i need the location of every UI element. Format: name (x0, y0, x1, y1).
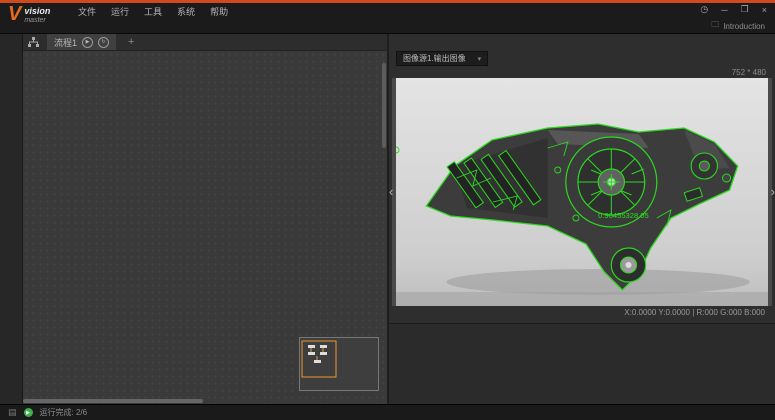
image-source-value: 图像源1.输出图像 (403, 53, 466, 64)
flow-tab-bar: 流程1 ▶ ↻ + (23, 34, 387, 51)
flow-run-icon[interactable]: ▶ (82, 37, 93, 48)
logo-v-icon: V (8, 4, 21, 24)
main-area: 流程1 ▶ ↻ + (0, 34, 775, 405)
image-panel: 图像源1.输出图像 ▾ 752 * 480 ‹ (387, 34, 775, 405)
logo-line1: vision (24, 7, 50, 16)
next-image-button[interactable]: › (771, 187, 775, 197)
layout-toggle-icon[interactable]: ▤ (8, 407, 17, 418)
flow-tab-label: 流程1 (54, 36, 77, 49)
chevron-down-icon: ▾ (478, 55, 482, 63)
viewer-toolbar: 图像源1.输出图像 ▾ (389, 49, 775, 67)
titlebar: 文件运行工具系统帮助 ◷─❐× (0, 3, 775, 16)
app-logo: V vision master (8, 4, 50, 25)
logo-line2: master (24, 16, 50, 25)
pixel-info-bar: X:0.0000 Y:0.0000 | R:000 G:000 B:000 (389, 306, 775, 319)
canvas-vscrollbar[interactable] (382, 63, 386, 148)
flow-list-icon[interactable] (28, 37, 39, 48)
flow-editor: 流程1 ▶ ↻ + (23, 34, 387, 405)
run-state-text: 运行完成: 2/6 (40, 407, 88, 418)
introduction-link[interactable]: 🗀 Introduction (711, 19, 765, 33)
image-source-select[interactable]: 图像源1.输出图像 ▾ (396, 51, 488, 66)
main-toolbar (0, 16, 775, 34)
minimap[interactable] (299, 337, 379, 391)
minimize-icon[interactable]: ─ (721, 5, 727, 15)
match-score-overlay: 0.96455328 05 (598, 211, 649, 220)
part-image: 0.96455328 05 (396, 78, 768, 306)
pixel-info-text: X:0.0000 Y:0.0000 | R:000 G:000 B:000 (624, 308, 765, 317)
folder-icon: 🗀 (711, 19, 719, 33)
logo-text: vision master (24, 7, 50, 25)
results-panel (389, 323, 775, 405)
results-tabs (389, 328, 775, 342)
flow-run-continuous-icon[interactable]: ↻ (98, 37, 109, 48)
prev-image-button[interactable]: ‹ (389, 187, 393, 197)
left-tool-rail (0, 34, 23, 405)
add-flow-button[interactable]: + (128, 36, 134, 48)
image-resolution: 752 * 480 (389, 67, 775, 78)
image-panel-tabs (389, 34, 775, 49)
app-window: 文件运行工具系统帮助 ◷─❐× V vision master 🗀 Introd… (0, 0, 775, 420)
flow-canvas[interactable] (23, 51, 387, 405)
restore-icon[interactable]: ❐ (741, 4, 749, 15)
introduction-label: Introduction (723, 22, 765, 31)
about-icon[interactable]: ◷ (700, 4, 708, 15)
flow-tab-active[interactable]: 流程1 ▶ ↻ (47, 34, 116, 50)
inspection-image[interactable]: 0.96455328 05 (396, 78, 768, 306)
canvas-hscrollbar[interactable] (23, 399, 203, 403)
close-icon[interactable]: × (762, 5, 767, 15)
status-bar: ▤ ▶ 运行完成: 2/6 (0, 404, 775, 420)
image-viewer: ‹ (392, 78, 772, 306)
window-controls: ◷ ─ ❐ × (700, 4, 767, 15)
run-state-icon: ▶ (24, 408, 33, 417)
